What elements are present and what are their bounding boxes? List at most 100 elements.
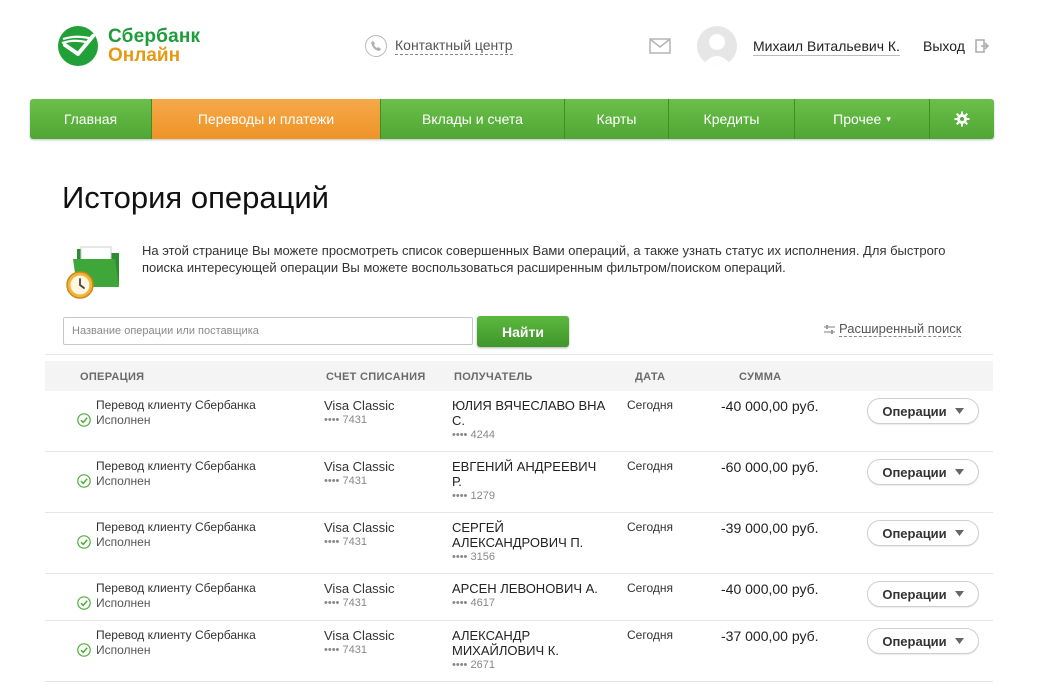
operation-date: Сегодня [627, 520, 673, 534]
operation-status: Исполнен [77, 535, 150, 549]
recipient-name: СЕРГЕЙ АЛЕКСАНДРОВИЧ П. [452, 520, 584, 550]
logo-title: Сбербанк [108, 26, 201, 47]
account-number: •••• 7431 [324, 536, 367, 548]
recipient-card-number: •••• 4617 [452, 597, 495, 609]
chevron-down-icon [954, 469, 964, 475]
account-name: Visa Classic [324, 398, 395, 413]
main-nav: Главная Переводы и платежи Вклады и счет… [30, 99, 994, 139]
gear-icon [954, 111, 970, 127]
operations-dropdown-button[interactable]: Операции [867, 398, 979, 424]
table-row[interactable]: Перевод клиенту Сбербанка Исполнен Visa … [45, 513, 993, 574]
operation-name: Перевод клиенту Сбербанка [96, 581, 256, 595]
nav-deposits-label: Вклады и счета [422, 111, 523, 127]
page-description: На этой странице Вы можете просмотреть с… [142, 243, 946, 275]
folder-clock-icon [66, 246, 119, 299]
contact-center-label: Контактный центр [395, 37, 513, 55]
operation-amount: -60 000,00 руб. [721, 459, 819, 475]
account-name: Visa Classic [324, 459, 395, 474]
chevron-down-icon [954, 530, 964, 536]
column-header-date: ДАТА [635, 371, 666, 383]
nav-credits[interactable]: Кредиты [669, 99, 795, 139]
nav-home[interactable]: Главная [30, 99, 152, 139]
operation-status: Исполнен [77, 643, 150, 657]
operations-label: Операции [882, 586, 947, 602]
status-label: Исполнен [96, 413, 151, 427]
nav-deposits-accounts[interactable]: Вклады и счета [381, 99, 565, 139]
search-button[interactable]: Найти [477, 316, 569, 347]
table-row[interactable]: Перевод клиенту Сбербанка Исполнен Visa … [45, 621, 993, 682]
operation-name: Перевод клиенту Сбербанка [96, 628, 256, 642]
operation-amount: -40 000,00 руб. [721, 398, 819, 414]
logout-button[interactable]: Выход [923, 38, 989, 54]
recipient-name: ЮЛИЯ ВЯЧЕСЛАВО ВНА С. [452, 398, 606, 428]
user-avatar[interactable] [697, 26, 737, 66]
account-number: •••• 7431 [324, 644, 367, 656]
search-input[interactable] [63, 317, 473, 345]
status-label: Исполнен [96, 596, 151, 610]
check-circle-icon [77, 413, 91, 427]
table-row[interactable]: Перевод клиенту Сбербанка Исполнен Visa … [45, 574, 993, 621]
operations-label: Операции [882, 525, 947, 541]
column-header-operation: ОПЕРАЦИЯ [80, 371, 145, 383]
user-name-link[interactable]: Михаил Витальевич К. [753, 38, 900, 56]
chevron-down-icon [954, 638, 964, 644]
operation-date: Сегодня [627, 459, 673, 473]
check-circle-icon [77, 596, 91, 610]
account-name: Visa Classic [324, 520, 395, 535]
recipient-name: АЛЕКСАНДР МИХАЙЛОВИЧ К. [452, 628, 559, 658]
header: Сбербанк Онлайн Контактный центр Михаил … [0, 0, 1055, 95]
operation-date: Сегодня [627, 628, 673, 642]
nav-cards[interactable]: Карты [565, 99, 669, 139]
operations-dropdown-button[interactable]: Операции [867, 581, 979, 607]
operation-date: Сегодня [627, 398, 673, 412]
status-label: Исполнен [96, 535, 151, 549]
operation-name: Перевод клиенту Сбербанка [96, 398, 256, 412]
recipient-card-number: •••• 3156 [452, 551, 495, 563]
advanced-search-link[interactable]: Расширенный поиск [824, 321, 962, 337]
account-number: •••• 7431 [324, 597, 367, 609]
nav-cards-label: Карты [596, 111, 637, 127]
column-header-amount: СУММА [739, 371, 782, 383]
nav-other-label: Прочее [833, 111, 882, 127]
nav-settings[interactable] [930, 99, 994, 139]
operations-dropdown-button[interactable]: Операции [867, 459, 979, 485]
table-row[interactable]: Перевод клиенту Сбербанка Исполнен Visa … [45, 452, 993, 513]
check-circle-icon [77, 643, 91, 657]
operation-amount: -39 000,00 руб. [721, 520, 819, 536]
logout-icon [975, 39, 989, 53]
recipient-card-number: •••• 1279 [452, 490, 495, 502]
operations-dropdown-button[interactable]: Операции [867, 520, 979, 546]
status-label: Исполнен [96, 643, 151, 657]
account-name: Visa Classic [324, 628, 395, 643]
operation-status: Исполнен [77, 474, 150, 488]
account-number: •••• 7431 [324, 475, 367, 487]
nav-home-label: Главная [63, 111, 118, 127]
recipient-card-number: •••• 2671 [452, 659, 495, 671]
recipient-card-number: •••• 4244 [452, 429, 495, 441]
nav-transfers-payments[interactable]: Переводы и платежи [152, 99, 381, 139]
recipient-name: ЕВГЕНИЙ АНДРЕЕВИЧ Р. [452, 459, 597, 489]
nav-transfers-label: Переводы и платежи [197, 111, 335, 127]
operation-status: Исполнен [77, 596, 150, 610]
status-label: Исполнен [96, 474, 151, 488]
operations-label: Операции [882, 633, 947, 649]
table-header: ОПЕРАЦИЯ СЧЕТ СПИСАНИЯ ПОЛУЧАТЕЛЬ ДАТА С… [45, 361, 993, 391]
divider [45, 354, 993, 355]
check-circle-icon [77, 474, 91, 488]
operations-dropdown-button[interactable]: Операции [867, 628, 979, 654]
operations-label: Операции [882, 403, 947, 419]
contact-center-link[interactable]: Контактный центр [365, 35, 513, 57]
operation-name: Перевод клиенту Сбербанка [96, 459, 256, 473]
logo-subtitle: Онлайн [108, 45, 181, 66]
logout-label: Выход [923, 38, 965, 54]
mail-icon[interactable] [649, 38, 671, 54]
account-name: Visa Classic [324, 581, 395, 596]
sberbank-logo[interactable]: Сбербанк Онлайн [56, 24, 200, 68]
chevron-down-icon [954, 408, 964, 414]
column-header-account: СЧЕТ СПИСАНИЯ [326, 371, 426, 383]
nav-other[interactable]: Прочее ▾ [795, 99, 930, 139]
operation-amount: -37 000,00 руб. [721, 628, 819, 644]
operations-label: Операции [882, 464, 947, 480]
table-row[interactable]: Перевод клиенту Сбербанка Исполнен Visa … [45, 391, 993, 452]
operation-amount: -40 000,00 руб. [721, 581, 819, 597]
